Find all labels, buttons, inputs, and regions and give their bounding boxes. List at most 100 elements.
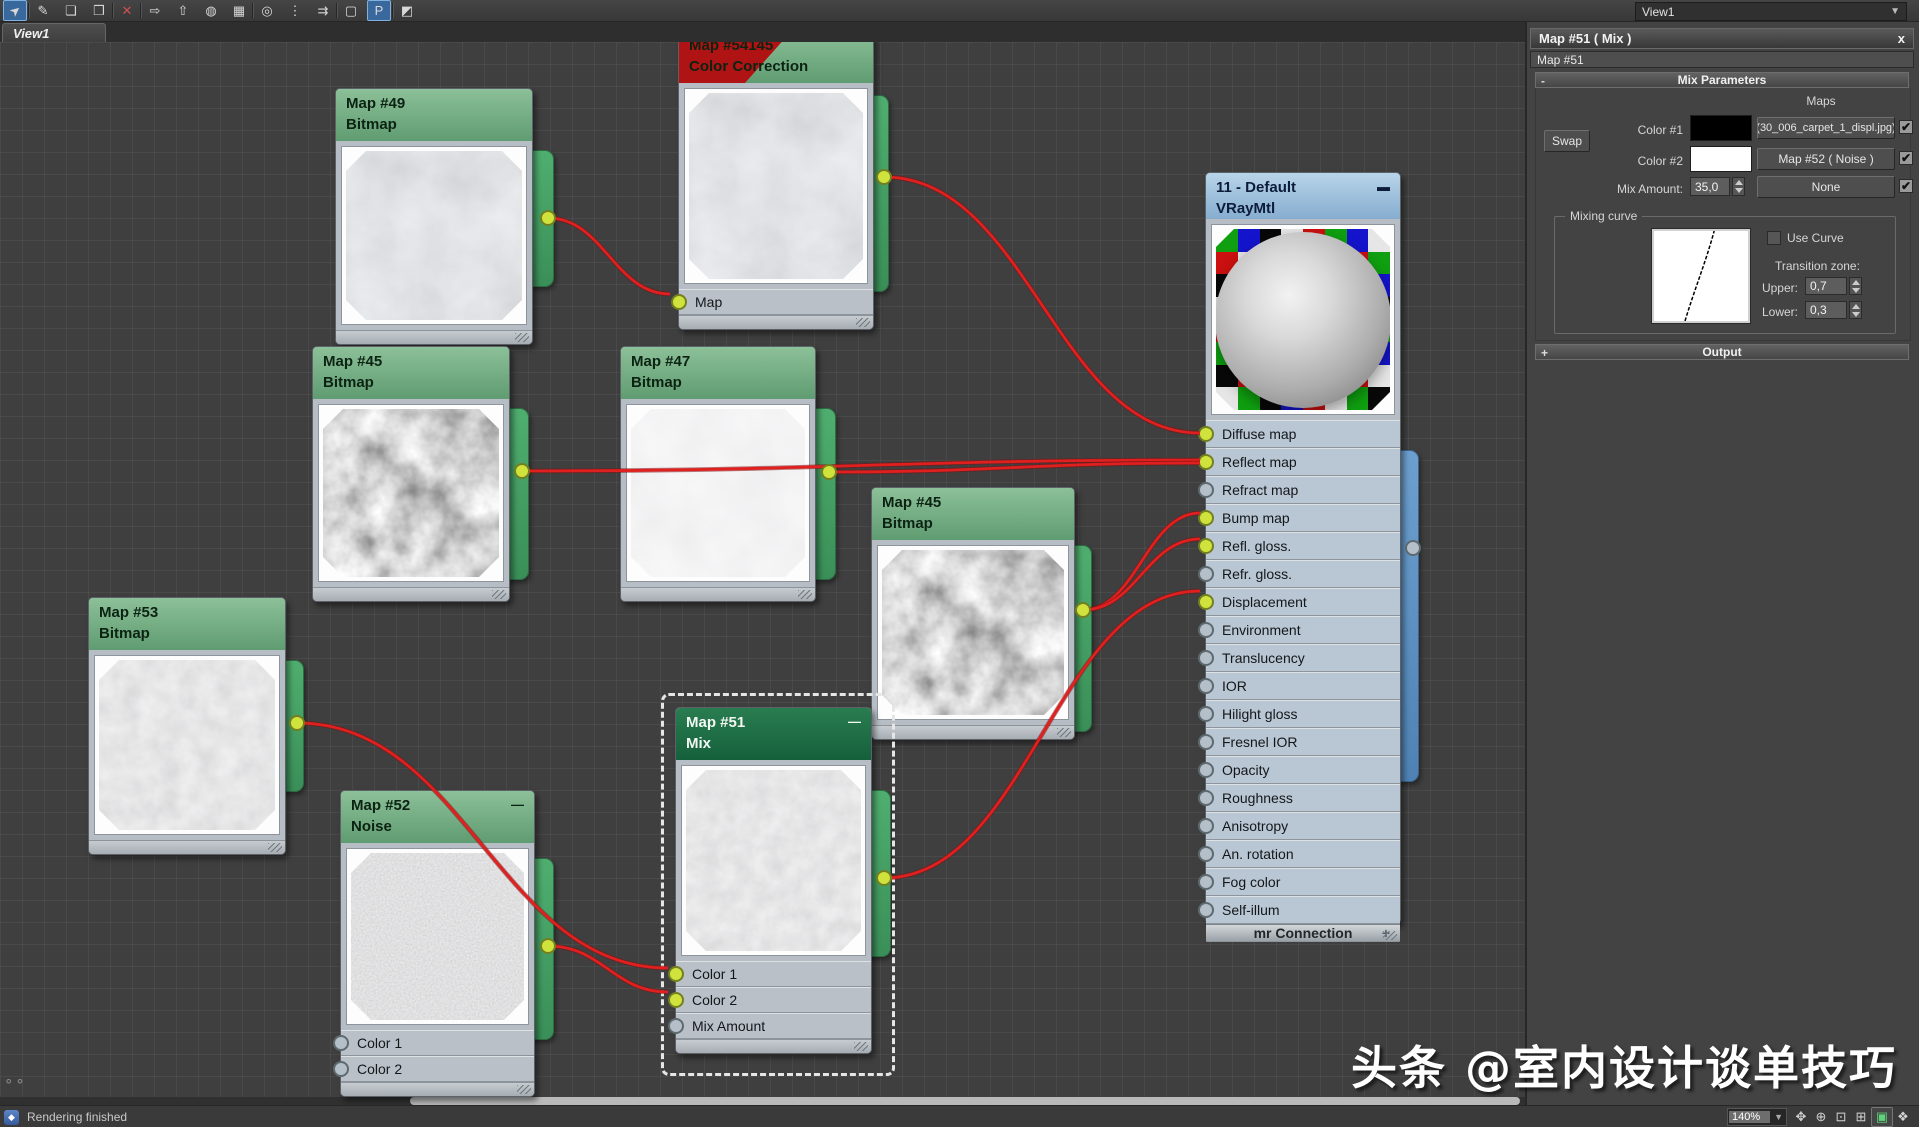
use-curve-checkbox[interactable]: ✔ [1767,231,1781,245]
resize-grip-icon[interactable] [492,590,506,599]
pan-to-selected-icon[interactable]: ❖ [1893,1108,1913,1126]
node-map53[interactable]: Map #53 Bitmap [88,597,286,855]
close-icon[interactable]: x [1898,31,1905,46]
upper-field[interactable]: 0,7 [1805,277,1847,295]
resize-grip-icon[interactable] [1383,931,1397,940]
resize-grip-icon[interactable] [854,1042,868,1051]
node-header[interactable]: Map #53 Bitmap [89,598,285,650]
scrollbar-thumb[interactable] [410,1097,1520,1105]
color2-enable-checkbox[interactable]: ✔ [1899,151,1913,165]
vray-slot[interactable]: IOR [1206,672,1400,700]
resize-grip-icon[interactable] [268,843,282,852]
socket-out-map47[interactable] [821,464,837,480]
socket-out-map45b[interactable] [1075,602,1091,618]
zoom-extents-selected-icon[interactable]: ▣ [1871,1107,1893,1127]
vray-slot[interactable]: Refl. gloss. [1206,532,1400,560]
color1-swatch[interactable] [1690,115,1752,141]
slot-color1[interactable]: Color 1 [676,961,871,987]
vray-slot[interactable]: Refract map [1206,476,1400,504]
rollout-output[interactable]: + Output [1535,344,1909,360]
zoom-region-icon[interactable]: ⊡ [1831,1108,1851,1126]
color2-map-button[interactable]: Map #52 ( Noise ) [1757,148,1895,170]
minimize-icon[interactable]: ▬ [1377,179,1390,194]
tab-view1[interactable]: View1 [2,23,106,42]
show-maps-icon[interactable]: ◍ [199,0,223,21]
slot-color2[interactable]: Color 2 [341,1056,534,1082]
color1-enable-checkbox[interactable]: ✔ [1899,120,1913,134]
vray-slot[interactable]: Anisotropy [1206,812,1400,840]
material-name-field[interactable]: Map #51 [1530,51,1914,68]
minimize-icon[interactable]: — [848,714,861,729]
vray-slot[interactable]: Environment [1206,616,1400,644]
vray-slot[interactable]: Fresnel IOR [1206,728,1400,756]
node-header[interactable]: Map #52 Noise — [341,791,534,843]
resize-grip-icon[interactable] [856,318,870,327]
slot-color2[interactable]: Color 2 [676,987,871,1013]
material-id-icon[interactable]: ◎ [255,0,279,21]
delete-icon[interactable]: ✕ [115,0,139,21]
color2-swatch[interactable] [1690,146,1752,172]
vray-slot[interactable]: Reflect map [1206,448,1400,476]
swap-button[interactable]: Swap [1544,130,1590,152]
zoom-icon[interactable]: ⊕ [1811,1108,1831,1126]
move-children-icon[interactable]: ⇨ [143,0,167,21]
mr-connection-bar[interactable]: mr Connection + [1206,924,1400,941]
lower-spinner[interactable] [1849,301,1862,319]
expand-icon[interactable]: + [1541,346,1548,360]
mix-amount-enable-checkbox[interactable]: ✔ [1899,179,1913,193]
vray-slot[interactable]: Roughness [1206,784,1400,812]
pan-icon[interactable]: ✥ [1791,1108,1811,1126]
node-map47[interactable]: Map #47 Bitmap [620,346,816,602]
resize-grip-icon[interactable] [798,590,812,599]
socket-out-mix51[interactable] [876,870,892,886]
slot-mix-amount[interactable]: Mix Amount [676,1013,871,1039]
mix-amount-field[interactable]: 35,0 [1690,177,1730,196]
node-map45-a[interactable]: Map #45 Bitmap [312,346,510,602]
mix-amount-spinner[interactable] [1732,177,1745,196]
zoom-level-dropdown[interactable]: 140% ▼ [1727,1108,1787,1126]
vray-slot[interactable]: Self-illum [1206,896,1400,924]
node-header[interactable]: Map #45 Bitmap [872,488,1074,540]
node-header[interactable]: Map #51 Mix — [676,708,871,760]
zoom-extents-icon[interactable]: ⊞ [1851,1108,1871,1126]
socket-out-vraymtl[interactable] [1405,540,1421,556]
collapse-icon[interactable]: - [1541,74,1545,88]
socket-out-map49[interactable] [540,210,556,226]
select-icon[interactable]: ➤ [3,0,27,21]
socket-out-map52[interactable] [540,938,556,954]
vray-slot[interactable]: Opacity [1206,756,1400,784]
rollout-mix-parameters[interactable]: - Mix Parameters [1535,72,1909,88]
minimize-icon[interactable]: — [511,797,524,812]
node-header[interactable]: Map #47 Bitmap [621,347,815,399]
pick-material-icon[interactable]: ✎ [31,0,55,21]
node-canvas[interactable]: Map #49 Bitmap Map #54145 Color Correcti… [0,42,1525,1105]
select-tree-icon[interactable]: ▢ [339,0,363,21]
navigator-icon[interactable]: ◩ [395,0,419,21]
horizontal-scrollbar[interactable] [0,1097,1525,1105]
socket-out-map53[interactable] [289,715,305,731]
node-map45-b[interactable]: Map #45 Bitmap [871,487,1075,740]
node-header[interactable]: 11 - Default VRayMtl ▬ [1206,173,1400,219]
node-header[interactable]: Map #54145 Color Correction [679,42,873,83]
node-vraymtl[interactable]: 11 - Default VRayMtl ▬ Diffuse mapReflec… [1205,172,1401,924]
vray-slot[interactable]: Refr. gloss. [1206,560,1400,588]
socket-out-map45a[interactable] [514,463,530,479]
node-colorcorrection[interactable]: Map #54145 Color Correction Map [678,42,874,330]
show-background-icon[interactable]: ▦ [227,0,251,21]
view-selector-dropdown[interactable]: View1 ▼ [1635,2,1907,21]
node-mix51[interactable]: Map #51 Mix — Color 1 Color 2 Mix Amount [675,707,872,1054]
shade-viewport-icon[interactable]: ❏ [59,0,83,21]
node-header[interactable]: Map #45 Bitmap [313,347,509,399]
vray-slot[interactable]: Displacement [1206,588,1400,616]
mix-amount-map-button[interactable]: None [1757,176,1895,198]
resize-grip-icon[interactable] [1057,728,1071,737]
resize-grip-icon[interactable] [517,1085,531,1094]
slot-map-input[interactable]: Map [679,289,873,315]
slot-color1[interactable]: Color 1 [341,1030,534,1056]
vray-slot[interactable]: Bump map [1206,504,1400,532]
assign-material-icon[interactable]: ❒ [87,0,111,21]
parameter-editor-icon[interactable]: P [367,0,391,21]
node-header[interactable]: Map #49 Bitmap [336,89,532,141]
layout-all-icon[interactable]: ⇉ [311,0,335,21]
vray-slot[interactable]: Diffuse map [1206,420,1400,448]
